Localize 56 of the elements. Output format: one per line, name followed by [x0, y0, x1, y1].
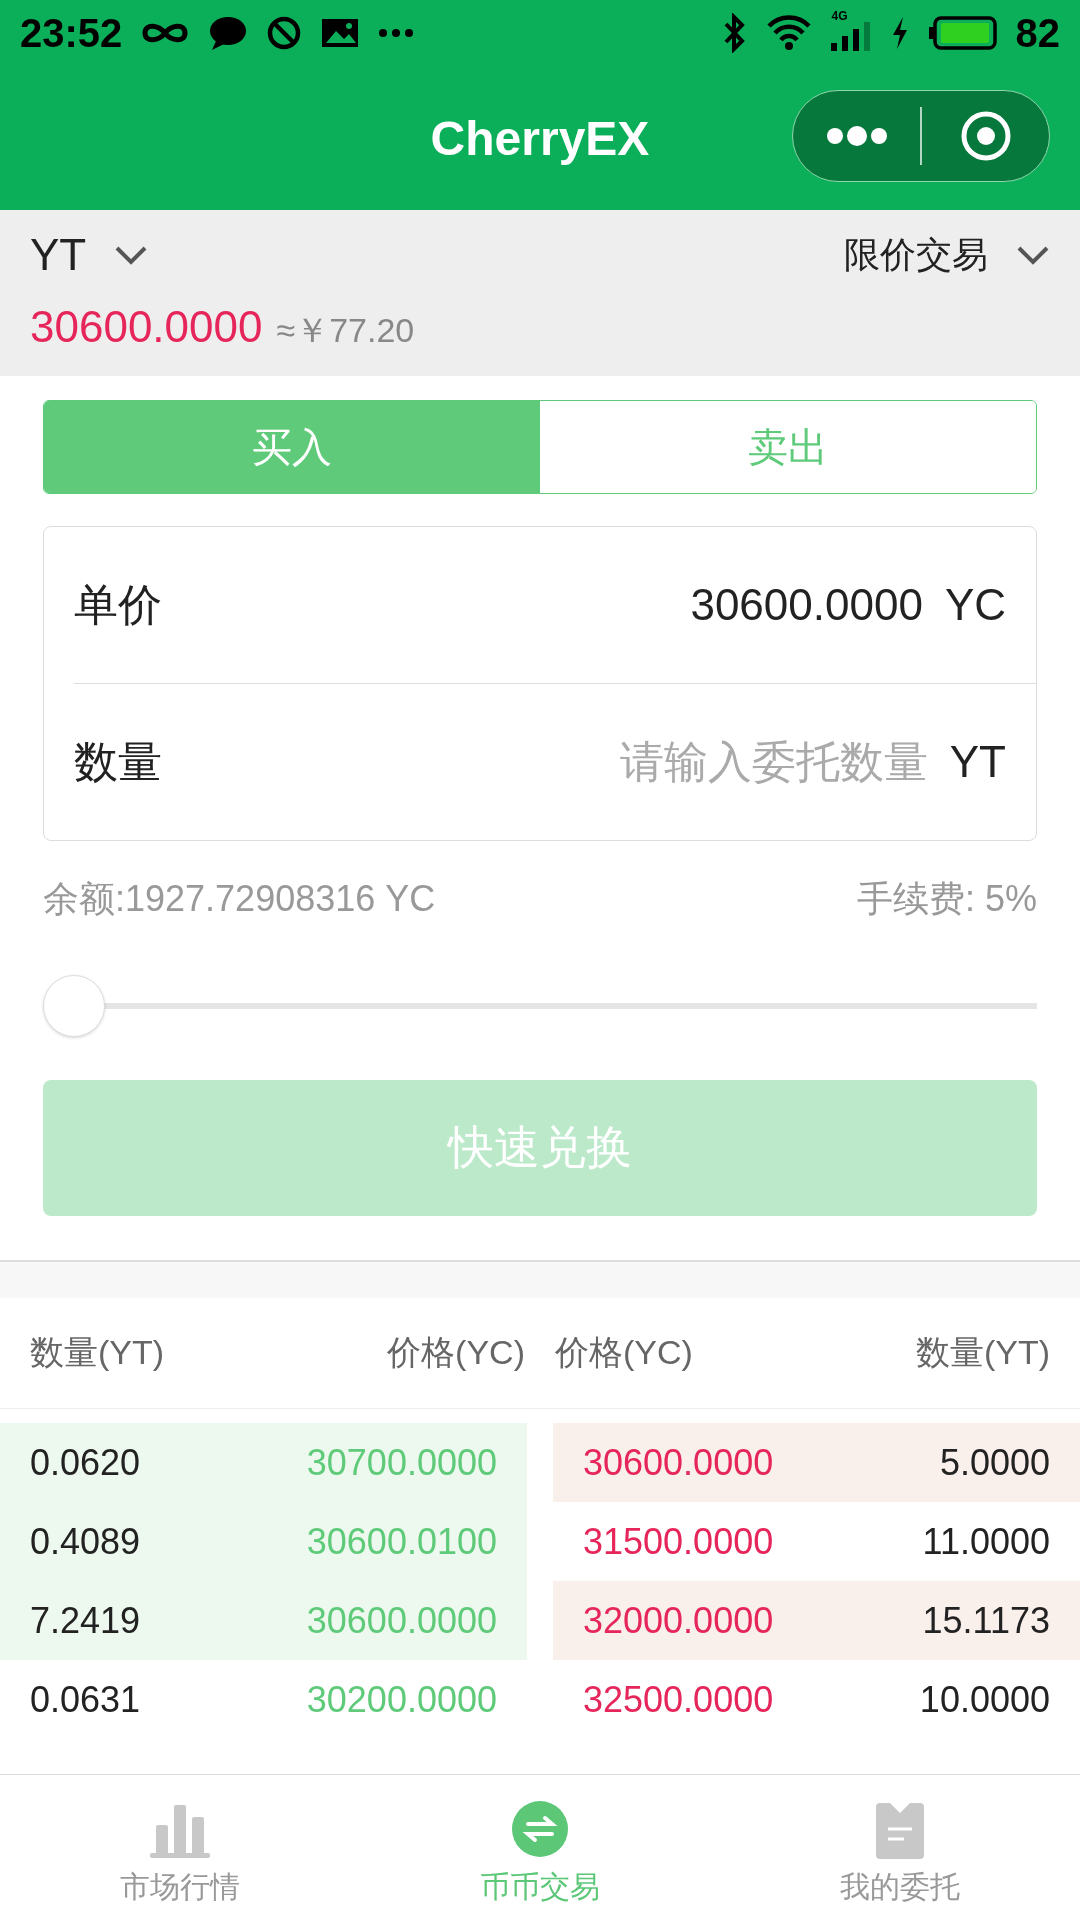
table-cell: 32000.0000	[583, 1599, 774, 1642]
column-header: 数量(YT)	[30, 1332, 166, 1373]
table-cell: 30600.0000	[306, 1599, 497, 1642]
table-cell: 0.0631	[30, 1678, 141, 1721]
signal-icon	[829, 21, 872, 51]
slider-thumb[interactable]	[43, 975, 105, 1037]
network-type: 4G	[831, 9, 848, 23]
app-title: CherryEX	[430, 110, 650, 166]
column-header: 价格(YC)	[555, 1332, 694, 1373]
table-cell: 30200.0000	[306, 1678, 497, 1721]
column-header: 价格(YC)	[386, 1332, 526, 1373]
exchange-icon	[510, 1799, 570, 1859]
field-label: 单价	[74, 578, 163, 631]
table-cell: 32500.0000	[583, 1678, 774, 1721]
image-icon	[320, 16, 361, 50]
target-icon	[959, 110, 1012, 162]
status-time: 23:52	[20, 10, 123, 56]
slider-track[interactable]	[43, 974, 1037, 1038]
balance-text: 余额:1927.72908316 YC	[43, 877, 436, 921]
more-icon	[378, 27, 415, 39]
chevron-down-icon	[1016, 245, 1050, 265]
tab-bar-item[interactable]: 币币交易	[360, 1775, 720, 1920]
tab-bar-item[interactable]: 市场行情	[0, 1775, 360, 1920]
battery-level: 82	[1015, 10, 1060, 56]
tab-bar-item[interactable]: 我的委托	[720, 1775, 1080, 1920]
chat-bubble-icon	[208, 15, 249, 51]
more-icon	[824, 124, 889, 148]
field-label: 数量	[74, 735, 163, 788]
fee-text: 手续费: 5%	[856, 877, 1037, 921]
clipboard-icon	[874, 1801, 926, 1859]
unit-label: YC	[944, 580, 1006, 630]
input-field[interactable]: 30600.0000	[274, 579, 925, 631]
wifi-icon	[765, 14, 812, 52]
table-cell: 5.0000	[939, 1441, 1050, 1484]
table-cell: 30600.0100	[306, 1520, 497, 1563]
table-cell: 11.0000	[922, 1520, 1050, 1563]
table-cell: 0.0620	[30, 1441, 141, 1484]
table-cell: 15.1173	[922, 1599, 1050, 1642]
unit-label: YT	[949, 737, 1006, 787]
current-price: 30600.0000	[30, 302, 263, 352]
column-header: 数量(YT)	[914, 1332, 1050, 1373]
chevron-down-icon	[114, 245, 149, 265]
trade-tab[interactable]: 买入	[44, 401, 540, 493]
table-cell: 7.2419	[30, 1599, 141, 1642]
table-cell: 30700.0000	[306, 1441, 497, 1484]
table-cell: 30600.0000	[583, 1441, 774, 1484]
table-cell: 31500.0000	[583, 1520, 774, 1563]
trade-mode-selector[interactable]: 限价交易	[844, 230, 1050, 280]
input-field[interactable]: 请输入委托数量	[274, 736, 930, 788]
table-cell: 10.0000	[919, 1678, 1050, 1721]
symbol-selector[interactable]: YT	[30, 230, 149, 280]
bar-chart-icon	[148, 1803, 212, 1859]
blocked-icon	[266, 15, 303, 51]
table-cell: 0.4089	[30, 1520, 141, 1563]
battery-icon	[927, 15, 998, 51]
price-approx: ≈￥77.20	[276, 310, 415, 351]
